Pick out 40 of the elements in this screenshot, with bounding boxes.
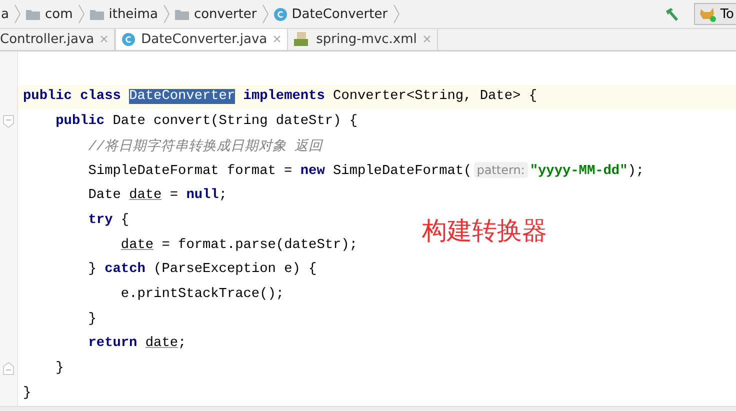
code-line: } catch (ParseException e) { — [87, 262, 317, 278]
close-icon[interactable] — [100, 35, 108, 44]
code-line: //将日期字符串转换成日期对象 返回 — [87, 138, 323, 156]
code-line: } — [23, 386, 32, 401]
hammer-icon[interactable] — [664, 7, 680, 22]
fold-icon[interactable] — [3, 362, 14, 376]
code-line: Date date = null; — [87, 188, 228, 204]
close-icon[interactable] — [422, 35, 431, 44]
code-line: return date; — [87, 336, 186, 352]
close-icon[interactable] — [273, 35, 282, 44]
chevron-icon — [162, 4, 170, 24]
chevron-icon — [14, 4, 21, 24]
editor-tab[interactable]: DateConverter.java — [115, 29, 288, 50]
code-line: public class DateConverter implements Converter<String, Date> { — [23, 89, 537, 104]
xml-file-icon — [294, 32, 310, 46]
folder-icon — [174, 8, 189, 20]
breadcrumb-item[interactable]: converter — [170, 6, 261, 22]
run-config-button[interactable]: To — [694, 3, 736, 26]
breadcrumb-item[interactable]: a — [0, 6, 13, 22]
folder-icon — [26, 8, 40, 20]
breadcrumb-item[interactable]: com — [22, 6, 77, 22]
code-line: public Date convert(String dateStr) { — [54, 114, 358, 130]
folder-icon — [90, 8, 104, 20]
code-line: date = format.parse(dateStr); — [120, 238, 358, 253]
class-icon — [274, 8, 287, 21]
fold-icon[interactable] — [3, 115, 14, 128]
editor-tab[interactable]: spring-mvc.xml — [288, 29, 438, 50]
annotation-text: 构建转换器 — [422, 214, 547, 247]
breadcrumb-item[interactable]: DateConverter — [270, 6, 392, 22]
code-line: try { — [87, 212, 130, 228]
chevron-icon — [392, 4, 400, 24]
chevron-icon — [262, 4, 269, 24]
breadcrumb-item[interactable]: itheima — [86, 6, 162, 22]
code-line: SimpleDateFormat format = new SimpleDateFormat( pattern: "yyyy-MM-dd"); — [87, 163, 644, 180]
class-icon — [122, 32, 136, 46]
cat-icon — [699, 6, 718, 22]
code-line: e.printStackTrace(); — [120, 286, 284, 302]
code-line: } — [54, 361, 64, 376]
code-line: } — [87, 312, 96, 327]
chevron-icon — [78, 4, 85, 24]
